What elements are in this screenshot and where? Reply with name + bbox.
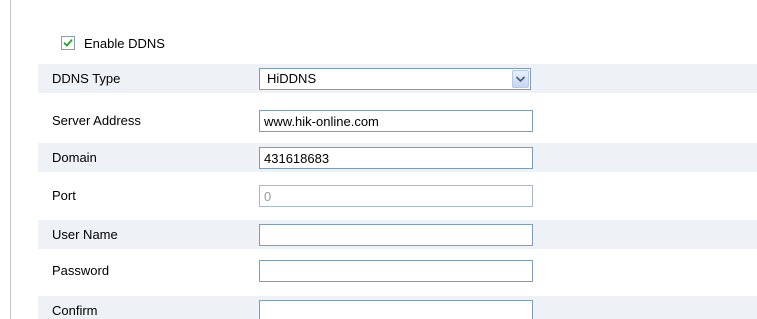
port-input: [259, 185, 533, 207]
server-address-row: Server Address: [38, 106, 757, 135]
port-row: Port: [38, 181, 757, 210]
domain-label: Domain: [52, 150, 97, 165]
confirm-label: Confirm: [52, 303, 98, 318]
port-label: Port: [52, 188, 76, 203]
enable-ddns-label: Enable DDNS: [84, 35, 165, 51]
checkmark-icon: [63, 39, 73, 47]
password-label: Password: [52, 263, 110, 278]
left-divider: [10, 0, 11, 319]
enable-ddns-row[interactable]: Enable DDNS: [61, 34, 165, 52]
enable-ddns-checkbox[interactable]: [61, 36, 75, 50]
ddns-type-label: DDNS Type: [52, 71, 121, 86]
user-name-row: User Name: [38, 220, 757, 249]
ddns-type-select[interactable]: HiDDNS: [259, 68, 531, 90]
confirm-input[interactable]: [259, 300, 533, 319]
domain-row: Domain: [38, 143, 757, 172]
domain-input[interactable]: [259, 147, 533, 169]
user-name-input[interactable]: [259, 224, 533, 246]
server-address-input[interactable]: [259, 110, 533, 132]
ddns-settings-page: Enable DDNS DDNS Type HiDDNS Server Addr…: [0, 0, 757, 319]
user-name-label: User Name: [52, 227, 118, 242]
password-input[interactable]: [259, 260, 533, 282]
server-address-label: Server Address: [52, 113, 141, 128]
password-row: Password: [38, 256, 757, 285]
ddns-type-value: HiDDNS: [267, 71, 317, 86]
confirm-row: Confirm: [38, 296, 757, 319]
dropdown-arrow-button[interactable]: [512, 70, 529, 88]
ddns-type-row: DDNS Type HiDDNS: [38, 64, 757, 93]
chevron-down-icon: [516, 76, 525, 82]
